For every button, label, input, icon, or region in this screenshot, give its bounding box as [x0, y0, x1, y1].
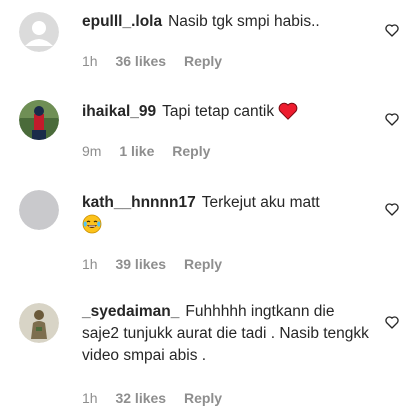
avatar[interactable]	[19, 303, 59, 343]
comment-text: Tapi tetap cantik	[162, 103, 275, 120]
comment-username[interactable]: _syedaiman_	[82, 303, 179, 320]
reply-button[interactable]: Reply	[184, 390, 222, 406]
reply-button[interactable]: Reply	[172, 143, 210, 159]
avatar[interactable]	[19, 190, 59, 230]
avatar[interactable]	[19, 12, 59, 52]
comment-likes[interactable]: 39 likes	[115, 256, 166, 272]
comment-username[interactable]: ihaikal_99	[82, 103, 156, 120]
comment-username[interactable]: kath__hnnnn17	[82, 194, 196, 211]
comment-time[interactable]: 1h	[82, 390, 98, 406]
heart-outline-icon[interactable]	[384, 22, 400, 38]
comment-username[interactable]: epulll_.lola	[82, 13, 162, 30]
comment-time[interactable]: 1h	[82, 256, 98, 272]
comment-likes[interactable]: 1 like	[119, 143, 154, 159]
laughing-tears-emoji	[82, 214, 102, 241]
comment-time[interactable]: 9m	[82, 143, 101, 159]
comment-text: Nasib tgk smpi habis..	[168, 13, 320, 30]
heart-outline-icon[interactable]	[384, 201, 400, 217]
red-heart-emoji	[278, 102, 298, 127]
heart-outline-icon[interactable]	[384, 111, 400, 127]
avatar[interactable]	[19, 100, 59, 140]
reply-button[interactable]: Reply	[184, 256, 222, 272]
heart-outline-icon[interactable]	[384, 314, 400, 330]
comment-likes[interactable]: 32 likes	[115, 390, 166, 406]
reply-button[interactable]: Reply	[184, 53, 222, 69]
comment-time[interactable]: 1h	[82, 53, 98, 69]
comment-likes[interactable]: 36 likes	[115, 53, 166, 69]
comment-text: Terkejut aku matt	[201, 194, 320, 211]
